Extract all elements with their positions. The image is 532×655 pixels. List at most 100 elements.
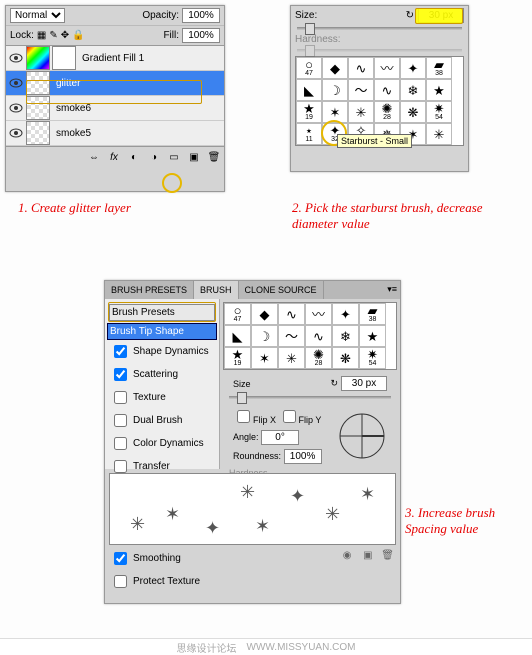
brush-swatch[interactable]: ☽ [322, 79, 348, 101]
brush-swatch[interactable]: ∿ [305, 325, 332, 347]
brush-swatch[interactable]: ◆ [322, 57, 348, 79]
brush-settings-panel: BRUSH PRESETS BRUSH CLONE SOURCE ▾≡ Brus… [104, 280, 401, 604]
tab-brush[interactable]: BRUSH [194, 281, 239, 299]
brush-swatch[interactable]: ❋ [332, 347, 359, 369]
flipx-checkbox[interactable] [237, 410, 250, 423]
brush-preview: ✳ ✶ ✦ ✳ ✶ ✦ ✳ ✶ [109, 473, 396, 545]
trash-icon[interactable]: 🗑 [381, 550, 394, 561]
brush-swatch[interactable]: ▰38 [359, 303, 386, 325]
fx-icon[interactable]: fx [107, 150, 121, 164]
brush-swatch[interactable]: ∿ [374, 79, 400, 101]
layer-row[interactable]: smoke5 [6, 121, 224, 146]
brush-swatch[interactable]: ✺28 [305, 347, 332, 369]
brush-swatch[interactable]: ✦ [332, 303, 359, 325]
hardness-label: Hardness: [295, 34, 341, 45]
new-layer-icon[interactable]: ▣ [187, 150, 201, 164]
brush-swatch[interactable]: 〜 [348, 79, 374, 101]
brush-swatch[interactable]: ✳ [348, 101, 374, 123]
layer-row[interactable]: Gradient Fill 1 [6, 46, 224, 71]
trash-icon[interactable]: 🗑 [207, 150, 221, 164]
brush-swatch[interactable]: ○47 [224, 303, 251, 325]
option-texture[interactable]: Texture [107, 386, 217, 409]
lock-all-icon[interactable]: 🔒 [72, 30, 84, 41]
brush-swatch[interactable]: ▰38 [426, 57, 452, 79]
adjustment-icon[interactable]: ◑ [147, 150, 161, 164]
roundness-input[interactable] [284, 449, 322, 464]
brush-swatch[interactable]: ★19 [296, 101, 322, 123]
angle-input[interactable] [261, 430, 299, 445]
panel-menu-icon[interactable]: ▾≡ [384, 281, 400, 299]
caption-1: 1. Create glitter layer [18, 200, 131, 216]
fill-input[interactable] [182, 28, 220, 43]
brush-options-list: Brush Presets Brush Tip Shape Shape Dyna… [105, 299, 220, 469]
mask-icon[interactable]: ◐ [127, 150, 141, 164]
option-shape-dynamics[interactable]: Shape Dynamics [107, 340, 217, 363]
group-icon[interactable]: ▭ [167, 150, 181, 164]
brush-swatch[interactable]: ◆ [251, 303, 278, 325]
link-icon[interactable]: ⇔ [87, 150, 101, 164]
tooltip: Starburst - Small [337, 134, 412, 148]
brush-swatch[interactable]: ★ [426, 79, 452, 101]
new-icon[interactable]: ▣ [363, 550, 372, 561]
visibility-icon[interactable] [8, 75, 24, 91]
brush-swatch[interactable]: 〜 [278, 325, 305, 347]
brush-swatch[interactable]: 〰 [305, 303, 332, 325]
reset-icon[interactable]: ↻ [330, 378, 338, 389]
brush-swatch[interactable]: ☽ [251, 325, 278, 347]
lock-brush-icon[interactable]: ✎ [49, 30, 57, 41]
brush-swatch[interactable]: ◣ [224, 325, 251, 347]
brush-swatch[interactable]: ❄ [332, 325, 359, 347]
caption-3: 3. Increase brush Spacing value [405, 505, 515, 537]
brush-swatch[interactable]: ✷54 [359, 347, 386, 369]
hardness-slider [297, 49, 462, 52]
opacity-input[interactable] [182, 8, 220, 23]
option-protect-texture[interactable]: Protect Texture [107, 570, 217, 593]
opacity-label: Opacity: [142, 10, 179, 21]
option-dual-brush[interactable]: Dual Brush [107, 409, 217, 432]
lock-move-icon[interactable]: ✥ [61, 30, 69, 41]
brush-swatch[interactable]: ✺28 [374, 101, 400, 123]
lock-label: Lock: [10, 30, 34, 41]
brush-swatch[interactable]: ❄ [400, 79, 426, 101]
brush-swatch[interactable]: ⋆11 [296, 123, 322, 145]
brush-swatch[interactable]: ∿ [278, 303, 305, 325]
tab-bar: BRUSH PRESETS BRUSH CLONE SOURCE ▾≡ [105, 281, 400, 299]
brush-swatch[interactable]: ∿ [348, 57, 374, 79]
tab-presets[interactable]: BRUSH PRESETS [105, 281, 194, 299]
blend-mode-select[interactable]: Normal [10, 8, 65, 23]
lock-transparency-icon[interactable]: ▦ [37, 30, 46, 41]
brush-swatch[interactable]: ○47 [296, 57, 322, 79]
brush-swatch[interactable]: ✳ [278, 347, 305, 369]
size-slider[interactable] [297, 27, 462, 30]
visibility-icon[interactable] [8, 125, 24, 141]
caption-2: 2. Pick the starburst brush, decrease di… [292, 200, 492, 232]
brush-swatch[interactable]: ❋ [400, 101, 426, 123]
brush-swatches-2: ○47◆∿〰✦▰38◣☽〜∿❄★★19✶✳✺28❋✷54 [223, 302, 397, 370]
flipy-checkbox[interactable] [283, 410, 296, 423]
size-input[interactable] [341, 376, 387, 391]
brush-swatch[interactable]: ✷54 [426, 101, 452, 123]
highlight-new-layer [162, 173, 182, 193]
option-brush-tip[interactable]: Brush Tip Shape [107, 323, 217, 340]
tab-clone[interactable]: CLONE SOURCE [239, 281, 324, 299]
visibility-icon[interactable] [8, 50, 24, 66]
reset-icon[interactable]: ↻ [406, 10, 414, 21]
option-color-dynamics[interactable]: Color Dynamics [107, 432, 217, 455]
brush-swatch[interactable]: ✦ [400, 57, 426, 79]
fill-label: Fill: [163, 30, 179, 41]
layer-name: smoke6 [56, 103, 91, 114]
visibility-icon[interactable] [8, 100, 24, 116]
footer: 思缘设计论坛 WWW.MISSYUAN.COM [0, 638, 532, 655]
brush-swatch[interactable]: ★ [359, 325, 386, 347]
angle-widget[interactable] [337, 411, 387, 461]
brush-swatch[interactable]: 〰 [374, 57, 400, 79]
option-smoothing[interactable]: Smoothing [107, 547, 217, 570]
option-scattering[interactable]: Scattering [107, 363, 217, 386]
size-slider[interactable] [229, 396, 391, 399]
layer-name: smoke5 [56, 128, 91, 139]
brush-swatch[interactable]: ✳ [426, 123, 452, 145]
toggle-icon[interactable]: ◉ [343, 550, 352, 561]
brush-swatch[interactable]: ◣ [296, 79, 322, 101]
brush-swatch[interactable]: ★19 [224, 347, 251, 369]
brush-swatch[interactable]: ✶ [251, 347, 278, 369]
